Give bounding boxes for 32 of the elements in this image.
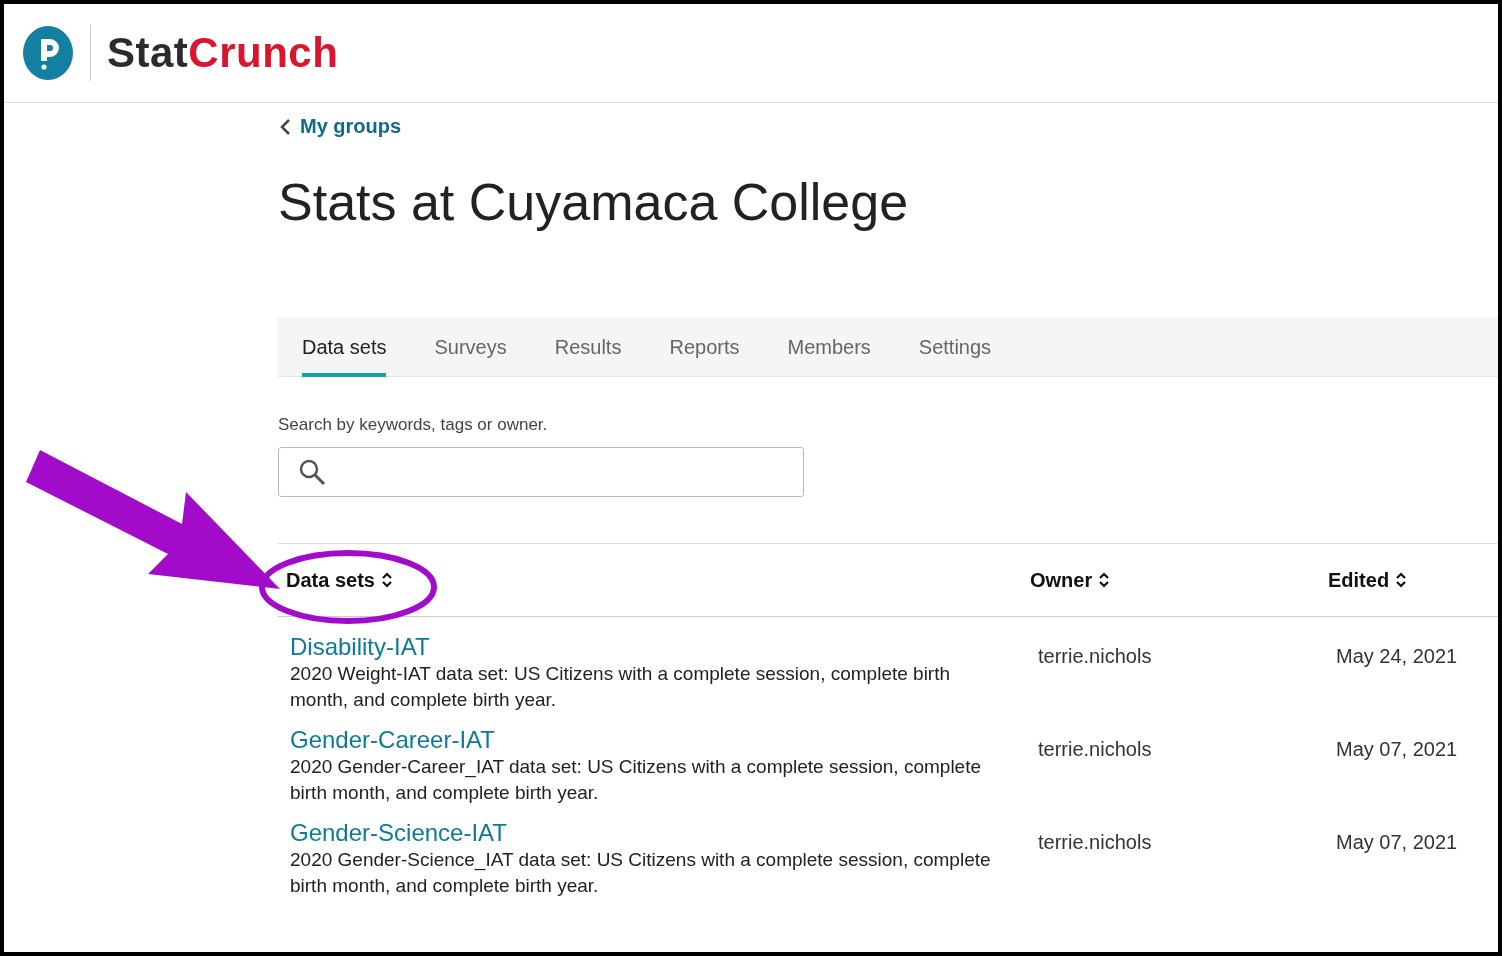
owner-cell-text: terrie.nichols bbox=[1038, 830, 1152, 855]
tab[interactable]: Surveys bbox=[434, 317, 507, 378]
brand-logo: StatCrunch bbox=[107, 29, 339, 77]
edited-date-cell-text: May 07, 2021 bbox=[1336, 830, 1458, 855]
search-field[interactable] bbox=[278, 447, 804, 498]
dataset-link[interactable]: Disability-IAT bbox=[290, 633, 430, 662]
sort-icon bbox=[1098, 571, 1111, 590]
tab[interactable]: Members bbox=[787, 317, 871, 378]
edited-date-cell-text: May 24, 2021 bbox=[1336, 644, 1458, 669]
pearson-logo-icon bbox=[22, 25, 74, 81]
dataset-link[interactable]: Gender-Career-IAT bbox=[290, 726, 495, 755]
page-title: Stats at Cuyamaca College bbox=[278, 174, 910, 232]
tab[interactable]: Data sets bbox=[302, 317, 387, 378]
dataset-description: 2020 Gender-Science_IAT data set: US Citizens with a complete session, complete birth month, and complete birth year. bbox=[290, 848, 992, 899]
dataset-link[interactable]: Gender-Science-IAT bbox=[290, 819, 507, 848]
column-header[interactable]: Owner bbox=[1030, 568, 1111, 592]
owner-cell-text: terrie.nichols bbox=[1038, 644, 1152, 669]
search-label: Search by keywords, tags or owner. bbox=[278, 415, 549, 436]
column-header[interactable]: Data sets bbox=[286, 568, 393, 592]
tab[interactable]: Results bbox=[554, 317, 622, 378]
dataset-description: 2020 Weight-IAT data set: US Citizens with a complete session, complete birth month, and complete birth year. bbox=[290, 662, 952, 713]
sort-icon bbox=[380, 571, 393, 590]
back-link[interactable]: My groups bbox=[300, 115, 402, 138]
edited-date-cell-text: May 07, 2021 bbox=[1336, 737, 1458, 762]
tab[interactable]: Settings bbox=[918, 317, 992, 378]
tab[interactable]: Reports bbox=[669, 317, 740, 378]
dataset-description: 2020 Gender-Career_IAT data set: US Citizens with a complete session, complete birth month, and complete birth year. bbox=[290, 755, 983, 806]
column-header[interactable]: Edited bbox=[1328, 568, 1408, 592]
search-icon bbox=[297, 457, 327, 488]
owner-cell-text: terrie.nichols bbox=[1038, 737, 1152, 762]
sort-icon bbox=[1395, 571, 1408, 590]
chevron-left-icon bbox=[278, 116, 292, 137]
